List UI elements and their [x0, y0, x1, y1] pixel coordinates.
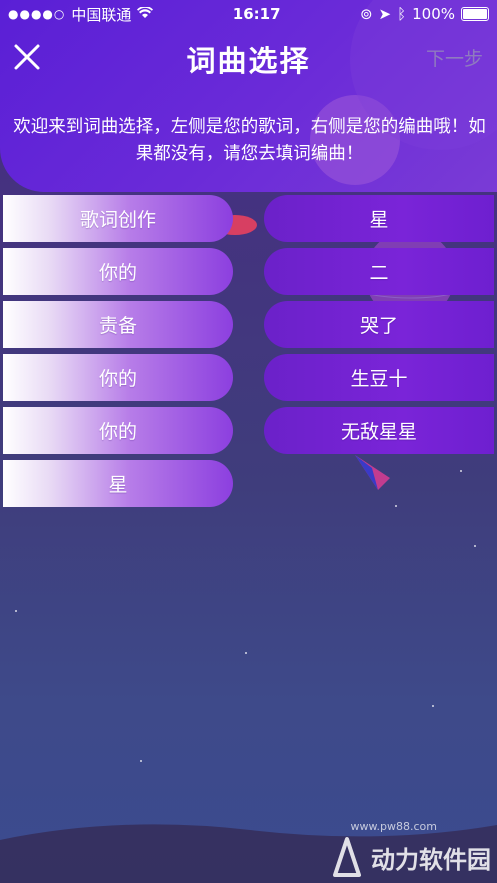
- music-label: 星: [369, 209, 389, 231]
- carrier-label: 中国联通: [71, 5, 132, 24]
- lyric-item[interactable]: 你的: [3, 407, 233, 454]
- watermark-url: www.pw88.com: [350, 820, 437, 833]
- page-title: 词曲选择: [186, 44, 311, 78]
- watermark-logo-icon: [333, 837, 361, 877]
- watermark-text: 动力软件园: [371, 845, 491, 874]
- wifi-icon: [137, 5, 154, 23]
- music-label: 哭了: [359, 315, 398, 337]
- navigation-bar: 词曲选择 下一步: [0, 30, 497, 86]
- lyric-item[interactable]: 你的: [3, 248, 233, 295]
- lyric-label: 你的: [98, 262, 137, 284]
- lyric-label: 星: [108, 474, 128, 496]
- lyric-label: 歌词创作: [79, 209, 156, 231]
- intro-text: 欢迎来到词曲选择，左侧是您的歌词，右侧是您的编曲哦！如果都没有，请您去填词编曲！: [13, 117, 486, 164]
- status-time: 16:17: [232, 5, 281, 23]
- music-item[interactable]: 无敌星星: [264, 407, 494, 454]
- lyric-item[interactable]: 你的: [3, 354, 233, 401]
- status-bar: ●●●●○ 中国联通 16:17 ⊚ ➤ ᛒ 100%: [0, 0, 497, 28]
- battery-percent: 100%: [412, 5, 455, 23]
- watermark: 动力软件园: [327, 835, 491, 879]
- music-label: 生豆十: [350, 368, 408, 390]
- bluetooth-icon: ᛒ: [397, 5, 407, 23]
- next-step-button[interactable]: 下一步: [426, 44, 483, 71]
- orientation-lock-icon: ⊚: [359, 5, 373, 23]
- music-item[interactable]: 二: [264, 248, 494, 295]
- lyric-item[interactable]: 责备: [3, 301, 233, 348]
- lyric-label: 你的: [98, 421, 137, 443]
- battery-icon: [461, 7, 489, 21]
- music-item[interactable]: 星: [264, 195, 494, 242]
- lyric-item[interactable]: 星: [3, 460, 233, 507]
- music-label: 无敌星星: [340, 421, 417, 443]
- lyric-label: 你的: [98, 368, 137, 390]
- signal-icon: ●●●●○: [8, 7, 66, 21]
- music-item[interactable]: 生豆十: [264, 354, 494, 401]
- lyric-label: 责备: [98, 315, 137, 337]
- music-item[interactable]: 哭了: [264, 301, 494, 348]
- location-icon: ➤: [378, 5, 392, 23]
- lyric-item[interactable]: 歌词创作: [3, 195, 233, 242]
- music-label: 二: [369, 262, 389, 284]
